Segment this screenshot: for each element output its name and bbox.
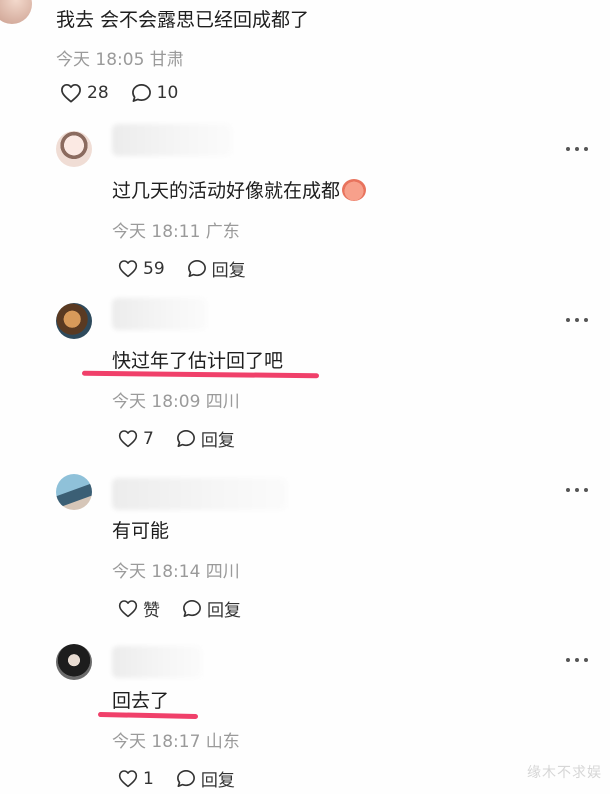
reply-actions: 1 回复 [118, 766, 235, 791]
like-button[interactable]: 7 [118, 429, 154, 449]
reply-label: 回复 [211, 261, 246, 281]
reply-count: 10 [156, 83, 179, 103]
more-options-button[interactable] [566, 487, 588, 493]
emoji-icon [342, 179, 367, 201]
more-options-button[interactable] [566, 657, 588, 663]
reply-button[interactable]: 10 [131, 83, 179, 103]
comment-actions: 28 10 [60, 83, 178, 103]
avatar[interactable] [56, 303, 92, 339]
comment-bubble-icon [176, 769, 195, 788]
avatar[interactable] [0, 0, 32, 24]
like-count: 59 [143, 258, 165, 279]
reply-actions: 7 回复 [118, 426, 235, 451]
reply-button[interactable]: 回复 [176, 426, 235, 451]
reply-meta: 今天 18:09 四川 [112, 392, 240, 412]
comment-text: 我去 会不会露思已经回成都了 [56, 9, 310, 31]
reply-button[interactable]: 回复 [176, 766, 235, 791]
avatar[interactable] [56, 131, 92, 167]
reply-actions: 赞 回复 [118, 596, 241, 621]
highlight-underline [97, 711, 199, 720]
comment-bubble-icon [187, 259, 206, 278]
username-blurred[interactable] [112, 646, 202, 678]
comment-bubble-icon [176, 429, 195, 448]
username-blurred[interactable] [112, 298, 207, 330]
reply-text: 回去了 [112, 690, 170, 712]
more-options-button[interactable] [566, 317, 588, 323]
reply-meta: 今天 18:14 四川 [112, 562, 240, 582]
reply-button[interactable]: 回复 [187, 256, 246, 281]
more-options-button[interactable] [566, 146, 588, 152]
like-button[interactable]: 赞 [118, 596, 160, 621]
heart-icon [118, 770, 138, 788]
watermark: 缘木不求娱 [527, 765, 602, 781]
username-blurred[interactable] [112, 478, 287, 510]
reply-text: 快过年了估计回了吧 [112, 350, 284, 372]
comment-bubble-icon [131, 84, 151, 102]
reply-label: 回复 [200, 431, 235, 451]
heart-icon [118, 600, 138, 618]
highlight-underline [81, 370, 320, 379]
avatar[interactable] [56, 644, 92, 680]
avatar[interactable] [56, 474, 92, 510]
like-count: 1 [143, 768, 154, 789]
like-count: 28 [87, 83, 109, 103]
heart-icon [118, 430, 138, 448]
comment-meta: 今天 18:05 甘肃 [56, 50, 184, 70]
reply-actions: 59 回复 [118, 256, 246, 281]
heart-icon [118, 260, 138, 278]
comment-bubble-icon [183, 599, 201, 618]
like-button[interactable]: 28 [60, 83, 109, 103]
reply-button[interactable]: 回复 [182, 596, 241, 621]
heart-icon [61, 83, 81, 103]
reply-meta: 今天 18:11 广东 [112, 222, 240, 242]
reply-text: 过几天的活动好像就在成都 [112, 176, 367, 203]
reply-label: 回复 [207, 601, 241, 621]
reply-meta: 今天 18:17 山东 [112, 732, 240, 752]
like-button[interactable]: 59 [118, 259, 165, 279]
like-button[interactable]: 1 [118, 769, 154, 789]
like-label: 赞 [143, 601, 160, 621]
username-blurred[interactable] [112, 124, 232, 156]
reply-text: 有可能 [112, 520, 170, 542]
like-count: 7 [143, 428, 154, 449]
reply-label: 回复 [200, 771, 235, 791]
